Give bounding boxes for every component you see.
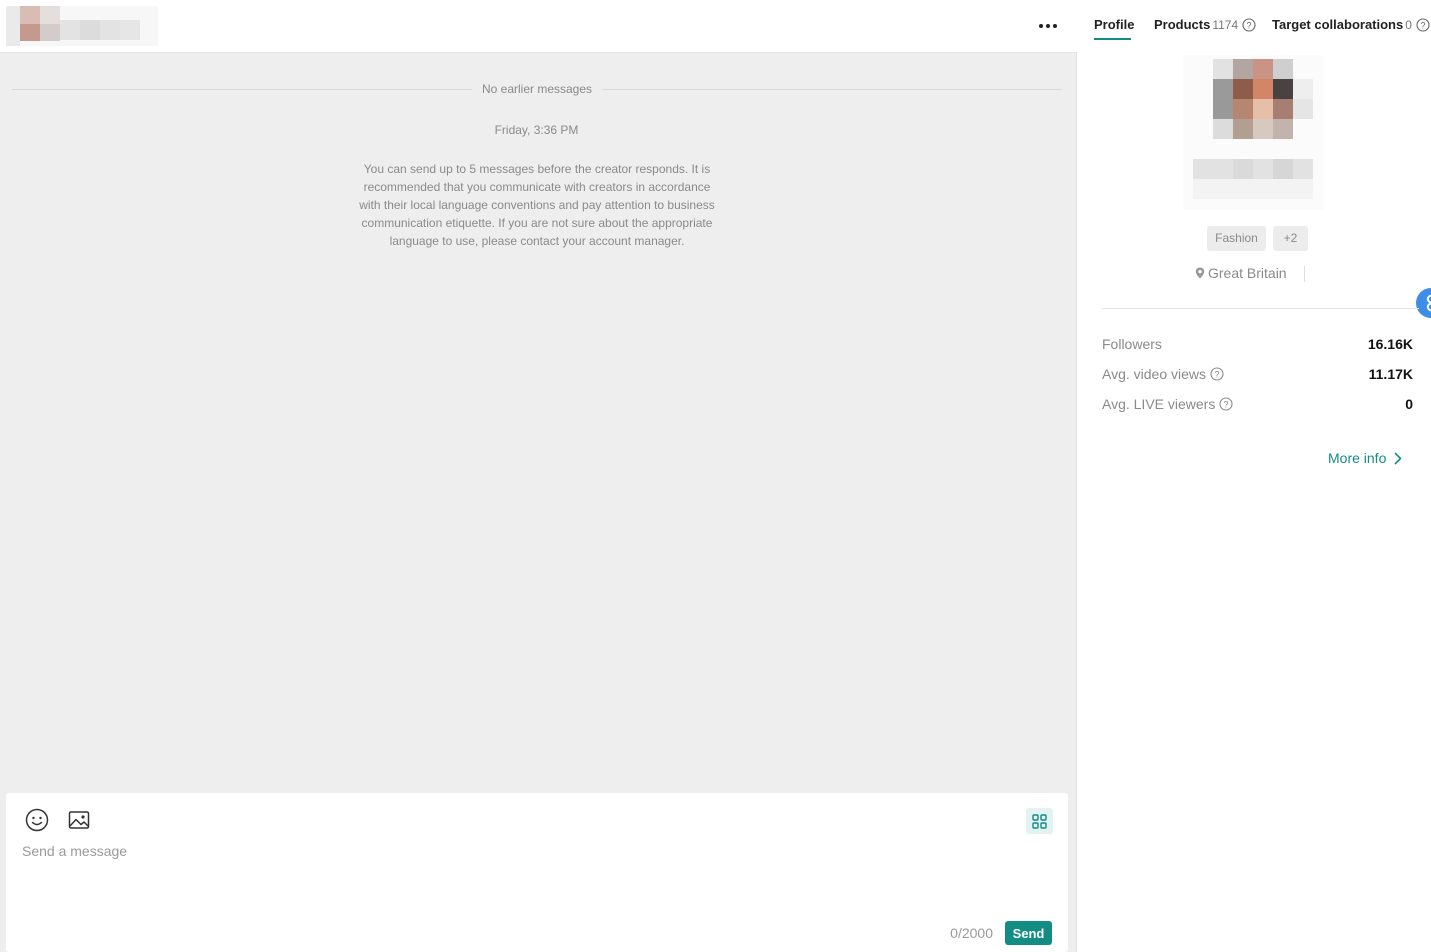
divider-text: No earlier messages [471,82,603,96]
stat-label: Avg. LIVE viewers ? [1102,396,1233,412]
products-count: 1174 [1212,17,1239,32]
stat-value: 11.17K [1368,366,1413,382]
more-info-link[interactable]: More info [1328,450,1402,466]
active-tab-indicator [1094,38,1131,40]
help-icon[interactable]: ? [1210,367,1224,381]
stat-value: 16.16K [1367,336,1413,352]
location-separator [1304,266,1305,282]
grid-icon [1032,813,1047,829]
tab-profile[interactable]: Profile [1094,17,1135,40]
stat-avg-video-views: Avg. video views ? 11.17K [1102,364,1413,384]
tab-profile-label: Profile [1094,17,1135,32]
svg-text:?: ? [1224,399,1229,409]
location-pin-icon [1195,267,1205,279]
stat-label: Followers [1102,336,1162,352]
stat-avg-live-viewers: Avg. LIVE viewers ? 0 [1102,394,1413,414]
category-tag[interactable]: Fashion [1207,226,1266,251]
profile-tabs: Profile Products 1174 ? Target collabora… [1094,0,1431,42]
creator-profile-panel: Profile Products 1174 ? Target collabora… [1078,0,1431,952]
tab-products-label: Products [1154,17,1211,32]
more-tags-badge[interactable]: +2 [1273,226,1308,251]
location-label: Great Britain [1208,265,1287,281]
image-icon[interactable] [66,807,92,833]
chat-panel: No earlier messages Friday, 3:36 PM You … [0,0,1077,952]
creator-location: Great Britain [1195,265,1287,281]
quick-actions-button[interactable] [1026,808,1053,834]
chevron-right-icon [1395,452,1402,464]
more-options-button[interactable] [1032,14,1064,38]
creator-avatar-pixelated[interactable] [6,6,158,46]
emoji-icon[interactable] [24,807,50,833]
floating-assistant-icon[interactable] [1416,288,1431,318]
help-icon[interactable]: ? [1242,17,1256,32]
tab-products[interactable]: Products 1174 ? [1154,17,1256,32]
more-icon [1039,24,1043,28]
message-input[interactable] [22,843,1052,913]
message-timestamp: Friday, 3:36 PM [494,123,579,137]
svg-text:?: ? [1420,20,1425,30]
messaging-notice: You can send up to 5 messages before the… [359,162,715,248]
target-count: 0 [1405,17,1412,32]
section-divider [1102,308,1419,309]
more-info-label: More info [1328,450,1387,466]
character-counter: 0/2000 [950,925,993,941]
stat-value: 0 [1405,396,1413,412]
no-earlier-messages-divider: No earlier messages [12,80,1062,98]
message-composer: 0/2000 Send [6,793,1068,952]
help-icon[interactable]: ? [1416,17,1430,32]
help-icon[interactable]: ? [1219,397,1233,411]
chat-header [0,0,1077,53]
svg-text:?: ? [1215,369,1220,379]
creator-profile-image-pixelated[interactable] [1183,55,1323,210]
stat-followers: Followers 16.16K [1102,334,1413,354]
tab-target-label: Target collaborations [1272,17,1404,32]
send-button[interactable]: Send [1005,921,1052,945]
stat-label: Avg. video views ? [1102,366,1224,382]
svg-text:?: ? [1247,20,1252,30]
tab-target-collaborations[interactable]: Target collaborations 0 ? [1272,17,1430,32]
